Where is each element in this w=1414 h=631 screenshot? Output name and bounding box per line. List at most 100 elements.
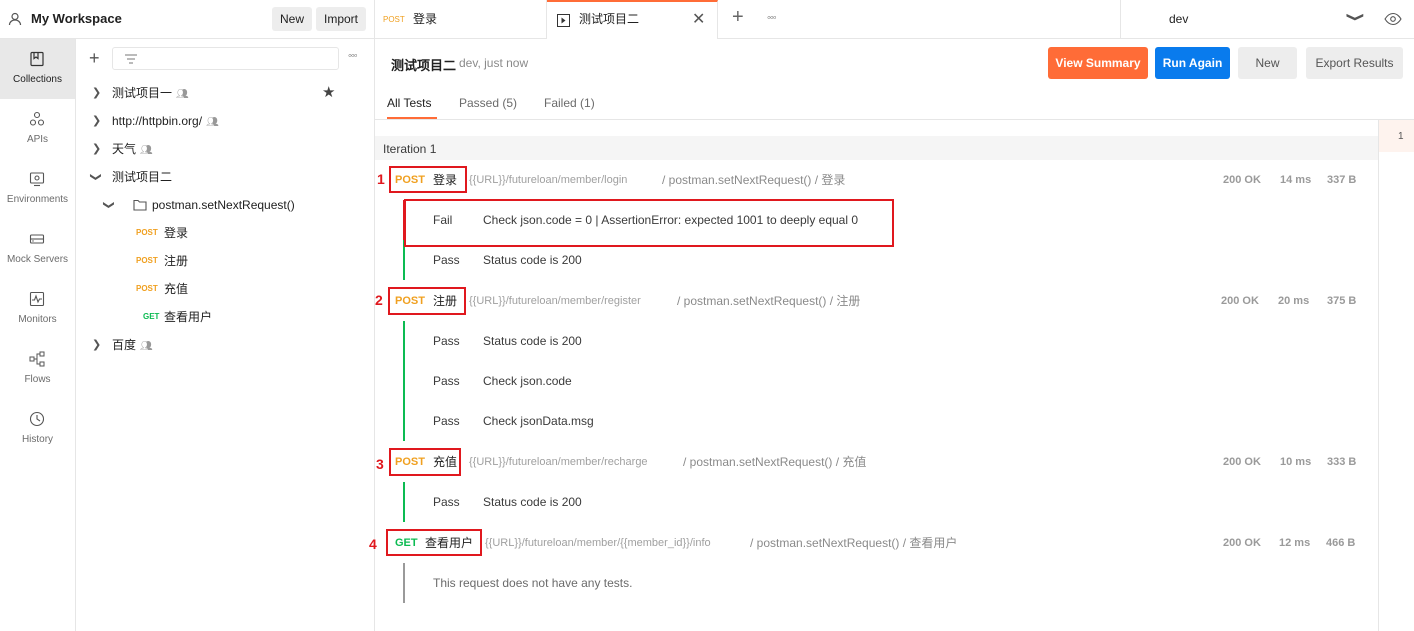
tree-item-request[interactable]: POST 充值 [76,275,374,303]
tab-label: 测试项目二 [579,12,640,26]
status-code: 200 OK [1223,537,1261,549]
nav-label: Flows [24,374,51,385]
tab-all-tests[interactable]: All Tests [387,96,431,110]
more-options-icon[interactable]: ◦◦◦ [348,50,358,62]
response-time: 10 ms [1280,456,1312,468]
method-badge: GET [143,312,160,321]
add-icon[interactable]: + [89,48,100,68]
workspace-name[interactable]: My Workspace [31,11,122,26]
request-row[interactable]: POST 登录 {{URL}}/futureloan/member/login … [383,168,1368,192]
test-status: Pass [433,253,460,267]
method-badge: POST [136,228,158,237]
import-button[interactable]: Import [316,7,367,31]
request-name: 充值 [164,282,189,296]
test-status: Pass [433,414,460,428]
request-path: / postman.setNextRequest() / 登录 [662,173,846,187]
run-title: 测试项目二 [391,58,457,73]
nav-monitors[interactable]: Monitors [0,279,75,339]
eye-icon[interactable] [1384,12,1402,26]
tab-failed[interactable]: Failed (1) [544,96,595,110]
nav-apis[interactable]: APIs [0,99,75,159]
annotation-number: 4 [369,536,377,552]
chevron-down-icon[interactable]: ❯ [82,172,110,181]
nav-mock-servers[interactable]: Mock Servers [0,219,75,279]
tab-passed[interactable]: Passed (5) [459,96,517,110]
chevron-right-icon[interactable]: ❯ [92,331,101,359]
tree-item-collection[interactable]: ❯ http://httpbin.org/👥︎ [76,107,374,135]
pass-line [403,321,405,441]
iteration-number: 1 [1398,131,1404,142]
collection-name: 测试项目二 [112,170,173,184]
chevron-right-icon[interactable]: ❯ [92,135,101,163]
request-path: / postman.setNextRequest() / 查看用户 [750,536,958,550]
tab-bar: POST 登录 测试项目二 ✕ + ◦◦◦ dev ❯ [375,0,1414,39]
chevron-down-icon[interactable]: ❯ [95,200,123,209]
tree-item-request[interactable]: GET 查看用户 [76,303,374,331]
nav-environments[interactable]: Environments [0,159,75,219]
test-name: Status code is 200 [483,334,582,348]
new-button[interactable]: New [272,7,313,31]
status-code: 200 OK [1223,456,1261,468]
response-size: 466 B [1326,537,1356,549]
nav-label: Collections [13,74,62,85]
iteration-header: Iteration 1 [375,136,1378,160]
annotation-number: 3 [376,456,384,472]
response-time: 12 ms [1279,537,1311,549]
apis-icon [29,111,45,126]
method-badge: POST [383,15,405,24]
annotation-number: 1 [377,171,385,187]
nav-history[interactable]: History [0,399,75,459]
request-url: {{URL}}/futureloan/member/{{member_id}}/… [485,537,711,549]
nav-label: APIs [26,134,49,145]
tree-item-request[interactable]: POST 注册 [76,247,374,275]
chevron-right-icon[interactable]: ❯ [92,79,101,107]
test-name: Check json.code [483,374,572,388]
runner-icon [557,14,570,27]
new-tab-icon[interactable]: + [732,6,744,29]
folder-icon [133,199,147,211]
collection-name: 百度 [112,338,137,352]
response-time: 14 ms [1280,174,1312,186]
request-row[interactable]: POST 注册 {{URL}}/futureloan/member/regist… [383,289,1368,313]
iteration-rail: 1 [1378,120,1414,631]
filter-input[interactable] [112,47,339,70]
status-code: 200 OK [1223,174,1261,186]
tree-item-request[interactable]: POST 登录 [76,219,374,247]
tab-request[interactable]: POST 登录 [375,0,547,39]
close-icon[interactable]: ✕ [692,0,705,39]
collection-name: http://httpbin.org/ [112,114,203,128]
no-tests-message: This request does not have any tests. [433,576,633,590]
tab-runner[interactable]: 测试项目二 ✕ [547,0,718,39]
chevron-down-icon: ❯ [1346,11,1366,23]
response-size: 375 B [1327,295,1357,307]
shared-icon: 👥︎ [176,89,189,100]
nav-collections[interactable]: Collections [0,39,75,99]
tree-item-collection[interactable]: ❯ 测试项目一 👥︎ ★ [76,79,374,107]
run-again-button[interactable]: Run Again [1155,47,1230,79]
request-path: / postman.setNextRequest() / 注册 [677,294,861,308]
iteration-counter[interactable]: 1 [1379,120,1414,152]
environments-icon [29,172,45,187]
new-run-button[interactable]: New [1238,47,1297,79]
export-results-button[interactable]: Export Results [1306,47,1403,79]
request-row[interactable]: POST 充值 {{URL}}/futureloan/member/rechar… [383,450,1368,474]
request-url: {{URL}}/futureloan/member/register [469,295,641,307]
tree-item-collection[interactable]: ❯ 天气 👥︎ [76,135,374,163]
request-row[interactable]: GET 查看用户 {{URL}}/futureloan/member/{{mem… [383,531,1368,555]
tab-more-icon[interactable]: ◦◦◦ [767,12,777,24]
star-icon[interactable]: ★ [322,79,335,107]
request-name: 登录 [164,226,189,240]
annotation-box [386,529,482,556]
method-badge: POST [136,284,158,293]
annotation-number: 2 [375,292,383,308]
response-size: 333 B [1327,456,1357,468]
test-name: Check jsonData.msg [483,414,594,428]
environment-selector[interactable]: dev ❯ [1120,0,1414,39]
pass-line [403,482,405,522]
tree-item-collection[interactable]: ❯ 测试项目二 [76,163,374,191]
nav-flows[interactable]: Flows [0,339,75,399]
tree-item-folder[interactable]: ❯ postman.setNextRequest() [76,191,374,219]
view-summary-button[interactable]: View Summary [1048,47,1148,79]
chevron-right-icon[interactable]: ❯ [92,107,101,135]
tree-item-collection[interactable]: ❯ 百度 👥︎ [76,331,374,359]
